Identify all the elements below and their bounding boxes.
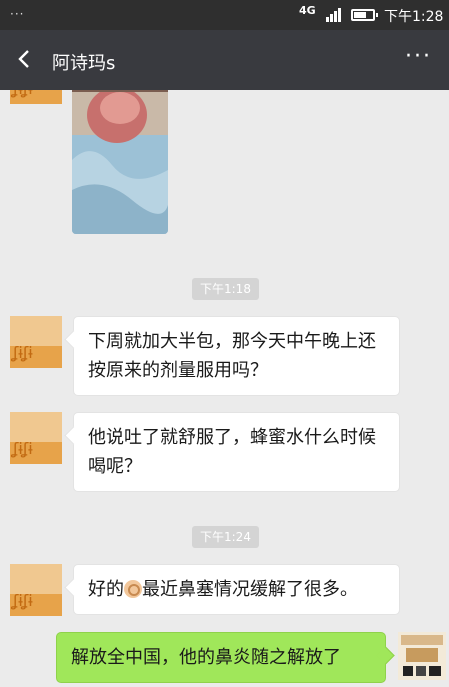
svg-text:ʆɨʆɨ: ʆɨʆɨ xyxy=(10,439,33,458)
more-icon[interactable]: ··· xyxy=(405,44,432,69)
message-list[interactable]: ʆɨʆɨ 下午1:18 ʆɨʆɨ 下周就加大半包，那今天中午晚上还按原来的剂量服… xyxy=(0,90,449,687)
photo-message[interactable] xyxy=(72,90,168,234)
sent-message-bubble[interactable]: 解放全中国，他的鼻炎随之解放了 xyxy=(56,632,386,683)
timestamp: 下午1:24 xyxy=(192,526,259,548)
notification-dots: ··· xyxy=(10,7,25,21)
my-avatar[interactable] xyxy=(398,632,446,680)
message-bubble[interactable]: 他说吐了就舒服了，蜂蜜水什么时候喝呢？ xyxy=(73,412,400,492)
svg-text:ʆɨʆɨ: ʆɨʆɨ xyxy=(10,343,33,362)
signal-icon xyxy=(326,6,344,22)
message-bubble[interactable]: 下周就加大半包，那今天中午晚上还按原来的剂量服用吗？ xyxy=(73,316,400,396)
message-text: 好的 xyxy=(88,579,124,600)
clock: 下午1:28 xyxy=(384,9,444,25)
contact-avatar[interactable]: ʆɨʆɨ xyxy=(10,316,62,368)
message-text: 解放全中国，他的鼻炎随之解放了 xyxy=(71,647,341,668)
network-type: 4G xyxy=(299,4,316,17)
status-bar: ··· 4G 下午1:28 xyxy=(0,0,449,30)
svg-text:ʆɨʆɨ: ʆɨʆɨ xyxy=(10,90,33,98)
back-arrow-icon[interactable] xyxy=(16,50,34,68)
message-text: 下周就加大半包，那今天中午晚上还按原来的剂量服用吗？ xyxy=(88,331,376,381)
contact-avatar[interactable]: ʆɨʆɨ xyxy=(10,90,62,104)
chat-header: 阿诗玛s ··· xyxy=(0,30,449,90)
contact-avatar[interactable]: ʆɨʆɨ xyxy=(10,564,62,616)
svg-text:ʆɨʆɨ: ʆɨʆɨ xyxy=(10,591,33,610)
battery-icon xyxy=(351,9,378,21)
ok-hand-emoji-icon xyxy=(124,580,142,598)
chat-title: 阿诗玛s xyxy=(52,53,116,74)
message-text: 最近鼻塞情况缓解了很多。 xyxy=(142,579,358,600)
message-bubble[interactable]: 好的 最近鼻塞情况缓解了很多。 xyxy=(73,564,400,615)
contact-avatar[interactable]: ʆɨʆɨ xyxy=(10,412,62,464)
message-text: 他说吐了就舒服了，蜂蜜水什么时候喝呢？ xyxy=(88,427,376,477)
timestamp: 下午1:18 xyxy=(192,278,259,300)
